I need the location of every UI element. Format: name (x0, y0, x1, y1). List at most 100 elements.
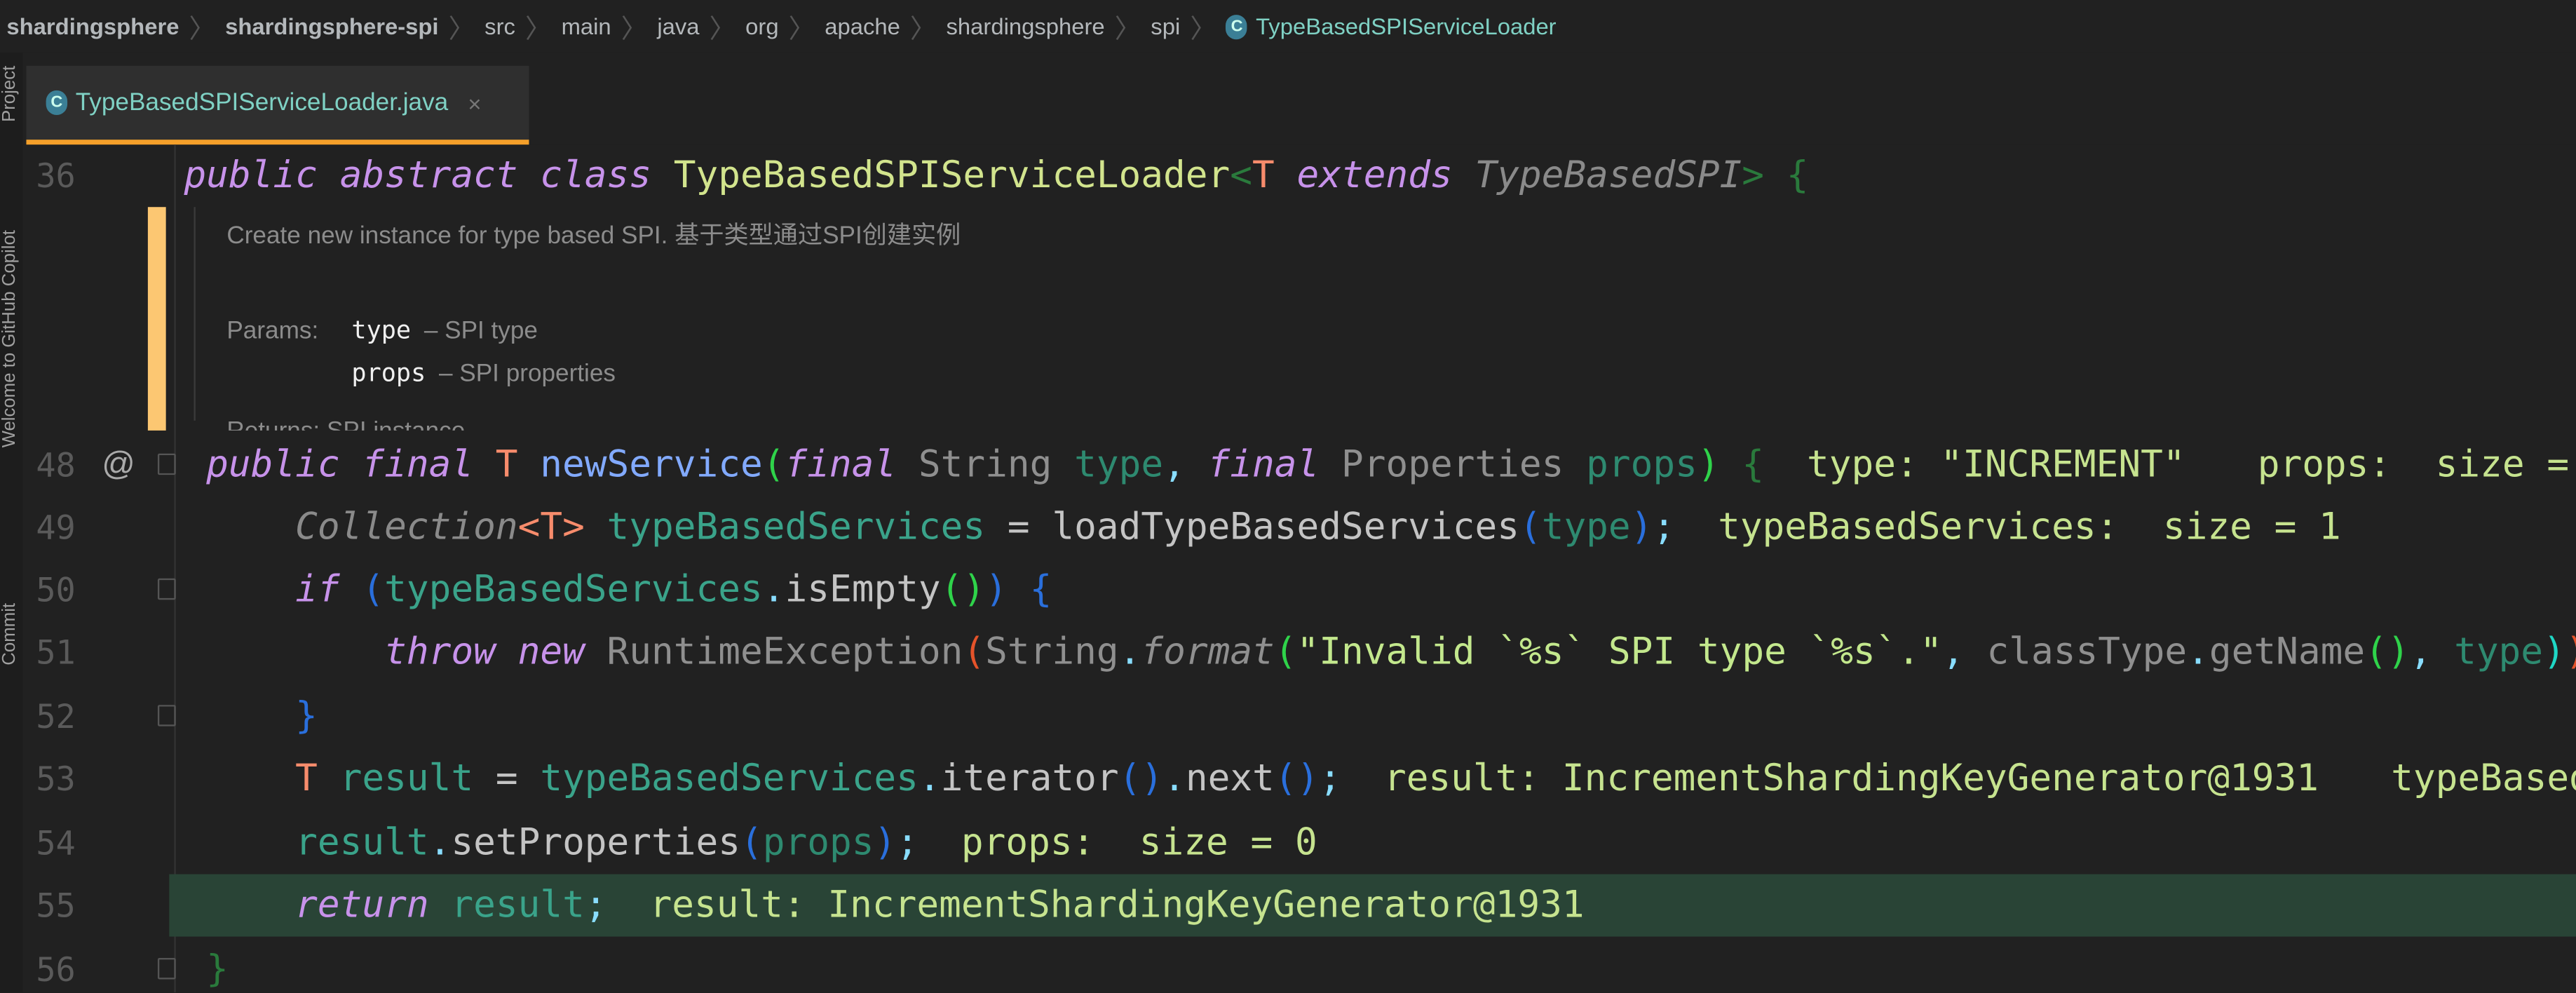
doc-marker[interactable] (147, 207, 166, 431)
code-line[interactable]: 53 T result = typeBasedServices.iterator(… (23, 748, 2576, 810)
breadcrumb-item[interactable]: apache (825, 13, 900, 39)
code-line[interactable]: 52} (23, 685, 2576, 748)
debug-inline-value[interactable]: result: IncrementShardingKeyGenerator@19… (1384, 757, 2319, 800)
code-token: () (1274, 757, 1320, 801)
line-number[interactable]: 51 (33, 621, 75, 684)
chevron-right-icon: 〉 (788, 16, 815, 45)
fold-icon[interactable] (157, 578, 176, 600)
line-number[interactable]: 55 (33, 874, 75, 937)
code-token: new (517, 630, 607, 674)
code-token: type (2454, 630, 2544, 674)
breadcrumb-item[interactable]: shardingsphere (947, 13, 1105, 39)
doc-summary: Create new instance for type based SPI. … (226, 222, 961, 250)
fold-icon[interactable] (157, 705, 176, 727)
breadcrumb-label: TypeBasedSPIServiceLoader (1256, 13, 1557, 40)
code-token: ) (2543, 630, 2565, 674)
code-token: props (1586, 443, 1697, 487)
tool-window-copilot[interactable]: Welcome to GitHub Copilot (0, 230, 23, 447)
code-token: < (1230, 154, 1252, 198)
breadcrumb-item[interactable]: src (484, 13, 515, 39)
line-number[interactable]: 49 (33, 496, 75, 559)
code-token: final (362, 443, 496, 487)
line-number[interactable]: 53 (33, 748, 75, 810)
line-number[interactable]: 48 (33, 434, 75, 496)
debug-inline-value[interactable]: type: "INCREMENT" (1807, 444, 2185, 487)
breadcrumb-label: main (561, 13, 611, 40)
tab-typebasedspiserviceloader[interactable]: C TypeBasedSPIServiceLoader.java × (26, 65, 529, 145)
close-icon[interactable]: × (468, 90, 481, 116)
debug-inline-value[interactable]: typeBased (2391, 757, 2576, 800)
tool-window-commit[interactable]: Commit (0, 603, 23, 666)
code-token: T (495, 443, 541, 487)
code-token: iterator (940, 757, 1119, 801)
code-token: RuntimeException (606, 630, 963, 674)
breadcrumb-item[interactable]: spi (1151, 13, 1180, 39)
editor-tab-bar: C TypeBasedSPIServiceLoader.java × (22, 52, 2576, 145)
code-token: { (1007, 568, 1052, 612)
code-line[interactable]: 54 result.setProperties(props); props: siz… (23, 811, 2576, 874)
debug-inline-value[interactable]: result: IncrementShardingKeyGenerator@19… (649, 884, 1584, 927)
code-line[interactable]: 55 return result; result: IncrementShardin… (36, 874, 2576, 937)
code-editor[interactable]: 36 public abstract class TypeBasedSPIServ… (23, 144, 2576, 993)
breadcrumb-item[interactable]: C TypeBasedSPIServiceLoader (1226, 13, 1557, 39)
breadcrumb-item[interactable]: java (657, 13, 699, 39)
code-token: typeBasedServices (384, 568, 763, 612)
code-token: () (1118, 757, 1164, 801)
line-number[interactable]: 52 (33, 685, 75, 748)
code-token: abstract (339, 154, 541, 198)
code-token: type (1074, 443, 1164, 487)
code-line[interactable]: 48 @ public final T newService(final Strin… (23, 434, 2576, 496)
line-number[interactable]: 50 (33, 559, 75, 621)
code-text: } (295, 685, 318, 748)
breadcrumb-label: org (745, 13, 779, 40)
code-token: T (295, 757, 340, 801)
code-line[interactable]: 49 Collection<T> typeBasedServices = load… (23, 496, 2576, 559)
code-token: public (206, 443, 362, 487)
code-line[interactable]: 50 if (typeBasedServices.isEmpty()) { (23, 559, 2576, 621)
code-token: . (2187, 630, 2209, 674)
code-token: . (1118, 630, 1141, 674)
code-token: T (1252, 154, 1275, 198)
code-line[interactable]: 36 public abstract class TypeBasedSPIServ… (23, 144, 2576, 207)
code-text: public abstract class TypeBasedSPIServic… (184, 144, 1808, 207)
breadcrumb-item[interactable]: main (562, 13, 611, 39)
code-token: result (451, 884, 585, 927)
debug-inline-value[interactable]: props: size = 0 (2258, 444, 2576, 487)
breadcrumb-label: src (484, 13, 515, 40)
line-number[interactable]: 54 (33, 811, 75, 874)
code-token: ; (1653, 506, 1676, 549)
breadcrumb-label: shardingsphere (946, 13, 1105, 40)
code-token: TypeBasedSPI (1475, 154, 1742, 198)
breadcrumb-item[interactable]: org (745, 13, 778, 39)
code-token: ( (362, 568, 385, 612)
chevron-right-icon: 〉 (189, 16, 216, 45)
code-token: . (428, 821, 452, 865)
code-token: = (473, 757, 541, 801)
override-annotation-icon[interactable]: @ (102, 434, 135, 496)
breadcrumb-item[interactable]: shardingsphere (6, 13, 179, 39)
debug-inline-value[interactable]: props: size = 0 (961, 822, 1317, 865)
debug-inline-value[interactable]: typeBasedServices: size = 1 (1718, 506, 2341, 549)
code-text: if (typeBasedServices.isEmpty()) { (295, 559, 1052, 621)
code-token: , (1163, 443, 1208, 487)
code-token: () (940, 568, 986, 612)
code-line[interactable]: 51 throw new RuntimeException(String.form… (23, 621, 2576, 684)
doc-returns: Returns: SPI instance (226, 411, 465, 431)
breadcrumb-label: apache (825, 13, 900, 40)
fold-icon[interactable] (157, 958, 176, 980)
line-number[interactable]: 36 (33, 144, 75, 207)
fold-icon[interactable] (157, 453, 176, 475)
breadcrumb-item[interactable]: shardingsphere-spi (225, 13, 438, 39)
param-name: type (351, 315, 412, 346)
code-token: } (206, 947, 229, 991)
code-line[interactable]: 56} (23, 938, 2576, 992)
line-number[interactable]: 56 (33, 938, 75, 992)
tool-window-project[interactable]: Project (0, 66, 23, 122)
code-text: return result; result: IncrementShardingK… (295, 874, 1584, 937)
code-token: ( (1519, 506, 1542, 549)
code-token: { (1742, 443, 1765, 487)
code-token: TypeBasedSPIServiceLoader (673, 154, 1231, 198)
code-token: ; (896, 821, 918, 865)
code-token: ; (1319, 757, 1342, 801)
code-token: . (762, 568, 785, 612)
